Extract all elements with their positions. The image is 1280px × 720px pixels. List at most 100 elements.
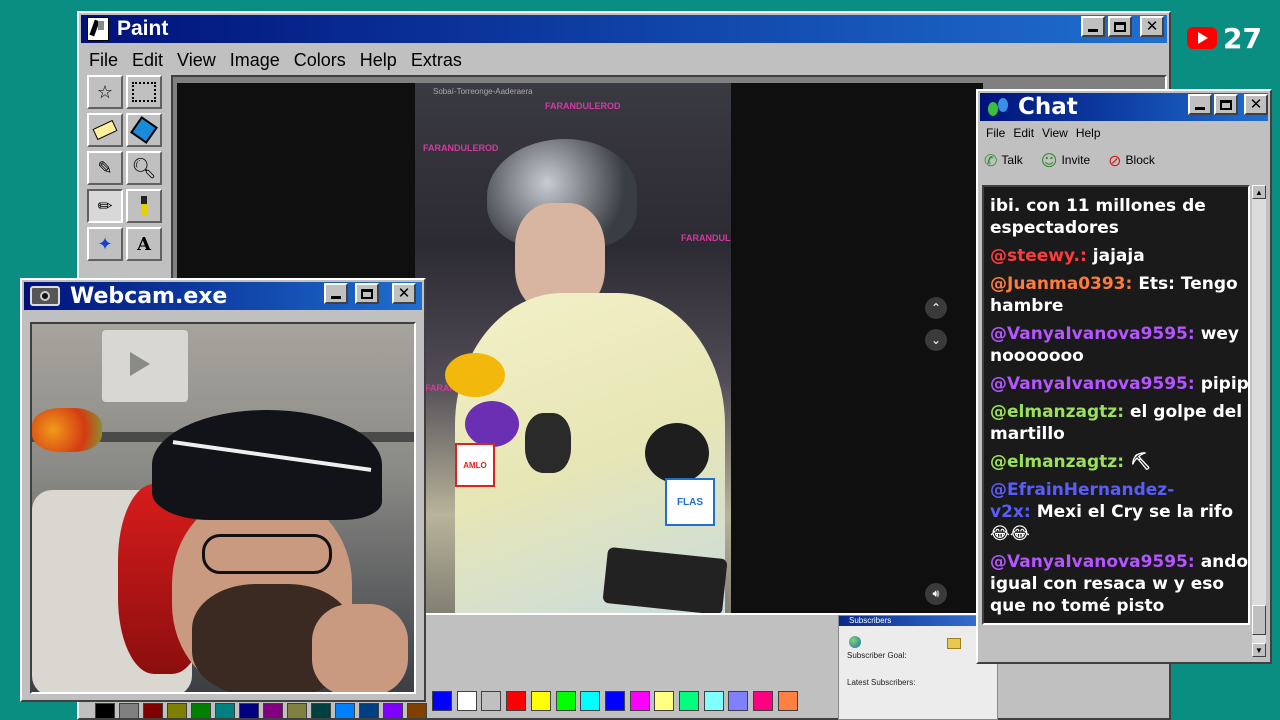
palette-swatch[interactable] (407, 703, 427, 719)
paint-bucket-icon (130, 116, 158, 144)
palette-swatch[interactable] (530, 691, 551, 711)
chat-maximize-button[interactable] (1214, 94, 1238, 115)
minimize-icon (1195, 107, 1205, 110)
palette-swatch[interactable] (143, 703, 163, 719)
palette-swatch[interactable] (728, 691, 749, 711)
paint-close-button[interactable]: ✕ (1140, 16, 1164, 37)
invite-button[interactable]: ☺ Invite (1041, 151, 1090, 170)
palette-swatch[interactable] (287, 703, 307, 719)
palette-swatch[interactable] (456, 691, 477, 711)
talk-label: Talk (1001, 153, 1023, 167)
close-icon: ✕ (1145, 17, 1159, 35)
magnifier-tool[interactable]: 🔍︎ (126, 151, 162, 185)
palette-swatch[interactable] (191, 703, 211, 719)
free-select-tool[interactable]: ☆ (87, 75, 123, 109)
chat-username[interactable]: @steewy.: (990, 246, 1087, 266)
maximize-icon (1114, 21, 1126, 32)
block-icon: ⊘ (1108, 150, 1122, 170)
menu-file[interactable]: File (89, 50, 118, 71)
menu-edit[interactable]: Edit (132, 50, 163, 71)
webcam-minimize-button[interactable] (324, 283, 348, 304)
palette-swatch[interactable] (777, 691, 798, 711)
menu-view[interactable]: View (177, 50, 216, 71)
pencil-tool[interactable]: ✏ (87, 189, 123, 223)
brush-tool[interactable] (126, 189, 162, 223)
chat-menu-view[interactable]: View (1042, 126, 1068, 140)
paint-titlebar[interactable]: Paint (81, 15, 1167, 43)
chat-message: @VanyaIvanova9595: pipipi (990, 373, 1248, 395)
chat-message: @elmanzagtz: el golpe del martillo (990, 401, 1248, 445)
palette-swatch[interactable] (703, 691, 724, 711)
chevron-up-icon[interactable]: ⌃ (925, 297, 947, 319)
palette-swatch[interactable] (95, 703, 115, 719)
palette-swatch[interactable] (335, 703, 355, 719)
chat-menu-file[interactable]: File (986, 126, 1005, 140)
palette-swatch[interactable] (239, 703, 259, 719)
minimize-icon (331, 296, 341, 299)
backdrop-watermark: FARANDULEROD (423, 143, 499, 153)
mic-logo-text: AMLO (463, 460, 487, 470)
chat-message: @VanyaIvanova9595: ando igual con resaca … (990, 551, 1248, 617)
palette-swatch[interactable] (263, 703, 283, 719)
text-tool[interactable]: A (126, 227, 162, 261)
palette-swatch[interactable] (753, 691, 774, 711)
palette-swatch[interactable] (555, 691, 576, 711)
pick-color-tool[interactable]: ✎ (87, 151, 123, 185)
palette-swatch[interactable] (359, 703, 379, 719)
eraser-tool[interactable] (87, 113, 123, 147)
webcam-maximize-button[interactable] (355, 283, 379, 304)
palette-swatch[interactable] (604, 691, 625, 711)
palette-swatch[interactable] (481, 691, 502, 711)
paint-minimize-button[interactable] (1081, 16, 1105, 37)
menu-image[interactable]: Image (230, 50, 280, 71)
chat-scrollbar[interactable]: ▲ ▼ (1252, 185, 1266, 657)
palette-swatch[interactable] (629, 691, 650, 711)
palette-swatch[interactable] (580, 691, 601, 711)
menu-colors[interactable]: Colors (294, 50, 346, 71)
chat-messages-panel[interactable]: ibi. con 11 millones de espectadores @ste… (982, 185, 1250, 625)
paint-maximize-button[interactable] (1108, 16, 1132, 37)
palette-swatch[interactable] (119, 703, 139, 719)
scroll-up-button[interactable]: ▲ (1252, 185, 1266, 199)
rect-select-tool[interactable] (126, 75, 162, 109)
webcam-close-button[interactable]: ✕ (392, 283, 416, 304)
paint-menubar: File Edit View Image Colors Help Extras (89, 49, 476, 71)
chat-username[interactable]: @VanyaIvanova9595: (990, 552, 1195, 572)
palette-swatch[interactable] (679, 691, 699, 711)
video-frame: Sobaí-Torreonge-Aaderaera FARANDULEROD F… (415, 83, 731, 613)
chat-window: Chat ✕ File Edit View Help ✆ Talk ☺ Invi… (976, 89, 1272, 664)
palette-swatch[interactable] (215, 703, 235, 719)
volume-icon[interactable]: 🔊︎ (925, 583, 947, 605)
eraser-icon (92, 119, 118, 141)
talk-button[interactable]: ✆ Talk (984, 151, 1023, 170)
fill-tool[interactable] (126, 113, 162, 147)
chat-minimize-button[interactable] (1188, 94, 1212, 115)
webcam-window: Webcam.exe ✕ (20, 278, 426, 702)
menu-extras[interactable]: Extras (411, 50, 462, 71)
microphone-yellow (445, 353, 505, 397)
chat-username[interactable]: @VanyaIvanova9595: (990, 374, 1195, 394)
menu-help[interactable]: Help (360, 50, 397, 71)
chevron-down-icon[interactable]: ⌄ (925, 329, 947, 351)
palette-swatch[interactable] (167, 703, 187, 719)
chat-message: @VanyaIvanova9595: wey nooooooo (990, 323, 1248, 367)
chat-username[interactable]: @Juanma0393: (990, 274, 1132, 294)
mic-flag-red: AMLO (455, 443, 495, 487)
scroll-down-button[interactable]: ▼ (1252, 643, 1266, 657)
chat-close-button[interactable]: ✕ (1244, 94, 1268, 115)
chat-username[interactable]: @elmanzagtz: (990, 402, 1124, 422)
minimize-icon (1088, 29, 1098, 32)
scroll-thumb[interactable] (1252, 605, 1266, 635)
palette-swatch[interactable] (506, 691, 527, 711)
palette-swatch[interactable] (654, 691, 675, 711)
chat-menu-edit[interactable]: Edit (1013, 126, 1034, 140)
palette-swatch[interactable] (311, 703, 331, 719)
pencil-icon: ✏ (97, 195, 113, 217)
chat-username[interactable]: @elmanzagtz: (990, 452, 1124, 472)
palette-swatch[interactable] (383, 703, 403, 719)
block-button[interactable]: ⊘ Block (1108, 151, 1155, 170)
chat-menu-help[interactable]: Help (1076, 126, 1101, 140)
chat-username[interactable]: @VanyaIvanova9595: (990, 324, 1195, 344)
airbrush-tool[interactable]: ✦ (87, 227, 123, 261)
palette-swatch[interactable] (432, 691, 452, 711)
